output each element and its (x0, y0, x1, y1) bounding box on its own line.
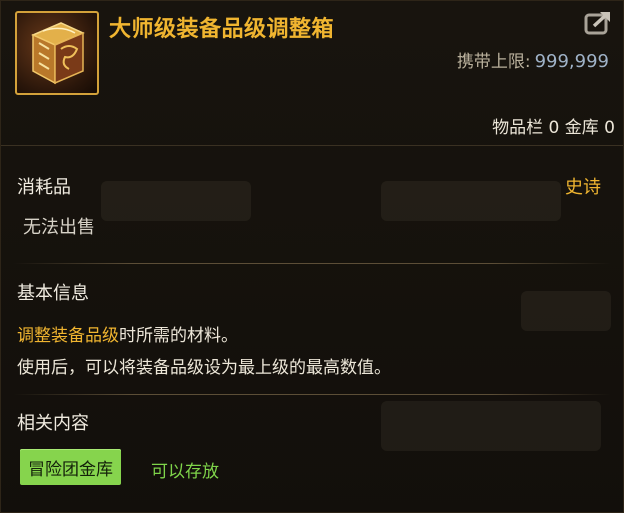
divider (13, 394, 611, 395)
tooltip-header: 大师级装备品级调整箱 携带上限: 999,999 物品栏 0 金库 0 (1, 1, 623, 141)
item-category: 消耗品 (17, 177, 71, 198)
divider (13, 263, 611, 264)
golden-box-icon (15, 11, 99, 95)
adventure-vault-tag[interactable]: 冒险团金库 (20, 449, 121, 485)
background-ghost (101, 181, 251, 221)
share-icon[interactable] (583, 9, 613, 37)
background-ghost (381, 181, 561, 221)
carry-limit: 携带上限: 999,999 (457, 47, 609, 72)
background-ghost (521, 291, 611, 331)
item-title: 大师级装备品级调整箱 (109, 17, 335, 42)
related-content-title: 相关内容 (17, 413, 89, 434)
description-rest: 时所需的材料。 (119, 326, 238, 346)
item-rarity: 史诗 (565, 177, 601, 198)
background-ghost (381, 401, 601, 451)
description-line-1: 调整装备品级时所需的材料。 (17, 321, 238, 346)
description-highlight: 调整装备品级 (17, 326, 119, 346)
storage-count: 物品栏 0 金库 0 (492, 118, 615, 138)
trade-status: 无法出售 (23, 217, 95, 238)
description-line-2: 使用后，可以将装备品级设为最上级的最高数值。 (17, 358, 391, 378)
divider (1, 145, 623, 146)
item-tooltip: 大师级装备品级调整箱 携带上限: 999,999 物品栏 0 金库 0 消耗品 史… (0, 0, 624, 513)
basic-info-title: 基本信息 (17, 283, 89, 304)
carry-limit-value: 999,999 (534, 51, 609, 72)
carry-limit-label: 携带上限: (456, 52, 531, 72)
storable-note: 可以存放 (151, 462, 219, 482)
